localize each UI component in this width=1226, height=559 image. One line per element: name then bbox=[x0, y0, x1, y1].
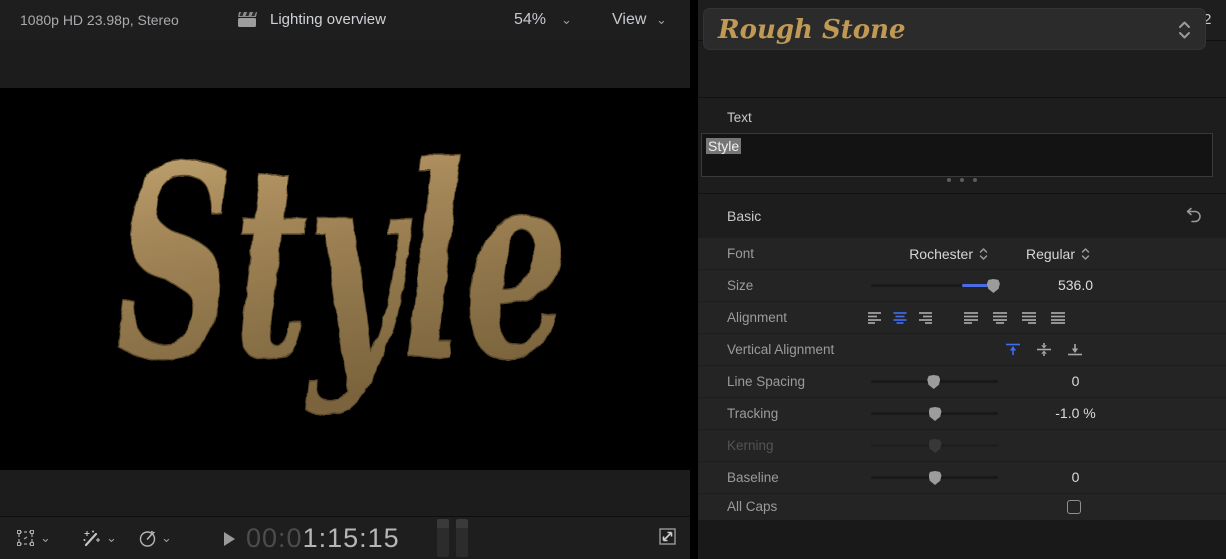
tracking-slider[interactable] bbox=[871, 398, 998, 429]
format-info: 1080p HD 23.98p, Stereo bbox=[20, 0, 179, 40]
playhead-timecode[interactable]: 00:01:15:15 bbox=[246, 523, 400, 554]
all-caps-checkbox[interactable] bbox=[1067, 500, 1081, 514]
view-menu-button[interactable]: View bbox=[612, 0, 646, 40]
line-spacing-value[interactable]: 0 bbox=[1023, 366, 1128, 397]
inspector-empty-area bbox=[698, 520, 1226, 559]
size-row: Size 536.0 bbox=[698, 270, 1226, 301]
divider bbox=[698, 97, 1226, 98]
clapperboard-icon bbox=[238, 11, 258, 33]
fullscreen-expand-icon[interactable] bbox=[657, 526, 678, 552]
size-label: Size bbox=[727, 270, 753, 301]
vertical-alignment-label: Vertical Alignment bbox=[727, 334, 834, 365]
alignment-row: Alignment bbox=[698, 302, 1226, 333]
updown-chevrons-icon bbox=[1178, 20, 1191, 45]
line-spacing-row: Line Spacing 0 bbox=[698, 366, 1226, 397]
resize-handle-dots[interactable] bbox=[698, 178, 1226, 182]
justify-full-icon[interactable] bbox=[1051, 311, 1065, 324]
kerning-slider bbox=[871, 430, 998, 461]
video-canvas[interactable]: Style bbox=[0, 88, 690, 470]
audio-meter-right bbox=[456, 519, 468, 557]
preset-name: Rough Stone bbox=[718, 11, 906, 49]
text-inspector: T bbox=[698, 0, 1226, 559]
audio-meter-left bbox=[437, 519, 449, 557]
justify-center-icon[interactable] bbox=[993, 311, 1007, 324]
text-entry-field[interactable]: Style bbox=[701, 133, 1213, 177]
font-face-popup[interactable]: Regular bbox=[1000, 238, 1090, 269]
enhancements-wand-button[interactable]: ⌄ bbox=[82, 517, 117, 559]
updown-chevrons-icon bbox=[979, 247, 988, 261]
final-cut-pro-window: 1080p HD 23.98p, Stereo Lighting overvie… bbox=[0, 0, 1226, 559]
baseline-label: Baseline bbox=[727, 462, 779, 493]
zoom-level-button[interactable]: 54% bbox=[514, 0, 546, 40]
rendered-title-text: Style bbox=[116, 108, 568, 419]
justify-right-icon[interactable] bbox=[1022, 311, 1036, 324]
tracking-value[interactable]: -1.0 % bbox=[1023, 398, 1128, 429]
selected-text: Style bbox=[706, 138, 741, 154]
retime-gauge-button[interactable]: ⌄ bbox=[138, 517, 172, 559]
chevron-down-icon: ⌄ bbox=[161, 530, 172, 546]
all-caps-label: All Caps bbox=[727, 494, 777, 520]
project-title: Lighting overview bbox=[270, 0, 386, 40]
basic-section-header[interactable]: Basic bbox=[698, 193, 1226, 237]
viewer-toolbar: 1080p HD 23.98p, Stereo Lighting overvie… bbox=[0, 0, 690, 41]
viewer-bottom-toolbar: ⌄ ⌄ ⌄ 00:01 bbox=[0, 516, 690, 559]
tracking-row: Tracking -1.0 % bbox=[698, 398, 1226, 429]
transform-tool-button[interactable]: ⌄ bbox=[16, 517, 51, 559]
baseline-value[interactable]: 0 bbox=[1023, 462, 1128, 493]
line-spacing-slider[interactable] bbox=[871, 366, 998, 397]
pane-divider[interactable] bbox=[690, 0, 698, 559]
justify-left-icon[interactable] bbox=[964, 311, 978, 324]
basic-parameter-rows: Font Rochester Regular Size 536.0 bbox=[698, 238, 1226, 521]
align-center-icon[interactable] bbox=[893, 311, 907, 324]
size-value[interactable]: 536.0 bbox=[1023, 270, 1128, 301]
play-button[interactable] bbox=[224, 532, 235, 546]
line-spacing-label: Line Spacing bbox=[727, 366, 805, 397]
kerning-row: Kerning bbox=[698, 430, 1226, 461]
size-slider[interactable] bbox=[871, 270, 998, 301]
tracking-label: Tracking bbox=[727, 398, 778, 429]
align-right-icon[interactable] bbox=[918, 311, 932, 324]
align-left-icon[interactable] bbox=[868, 311, 882, 324]
chevron-down-icon[interactable]: ⌄ bbox=[561, 0, 572, 40]
font-label: Font bbox=[727, 238, 754, 269]
baseline-slider[interactable] bbox=[871, 462, 998, 493]
font-row: Font Rochester Regular bbox=[698, 238, 1226, 269]
chevron-down-icon: ⌄ bbox=[40, 530, 51, 546]
chevron-down-icon: ⌄ bbox=[106, 530, 117, 546]
valign-middle-icon[interactable] bbox=[1037, 343, 1051, 356]
all-caps-row: All Caps bbox=[698, 494, 1226, 520]
valign-bottom-icon[interactable] bbox=[1068, 343, 1082, 356]
text-section-label: Text bbox=[727, 110, 752, 125]
viewer-stage: Style bbox=[0, 40, 690, 517]
kerning-label: Kerning bbox=[727, 430, 774, 461]
baseline-row: Baseline 0 bbox=[698, 462, 1226, 493]
preset-dropdown[interactable]: Rough Stone bbox=[703, 8, 1206, 50]
chevron-down-icon[interactable]: ⌄ bbox=[656, 0, 667, 40]
section-title: Basic bbox=[727, 194, 761, 238]
viewer-pane: 1080p HD 23.98p, Stereo Lighting overvie… bbox=[0, 0, 690, 559]
updown-chevrons-icon bbox=[1081, 247, 1090, 261]
valign-top-icon[interactable] bbox=[1006, 343, 1020, 356]
alignment-label: Alignment bbox=[727, 302, 787, 333]
audio-meters[interactable] bbox=[437, 519, 468, 557]
reset-icon[interactable] bbox=[1185, 207, 1202, 228]
font-family-popup[interactable]: Rochester bbox=[858, 238, 988, 269]
vertical-alignment-row: Vertical Alignment bbox=[698, 334, 1226, 365]
